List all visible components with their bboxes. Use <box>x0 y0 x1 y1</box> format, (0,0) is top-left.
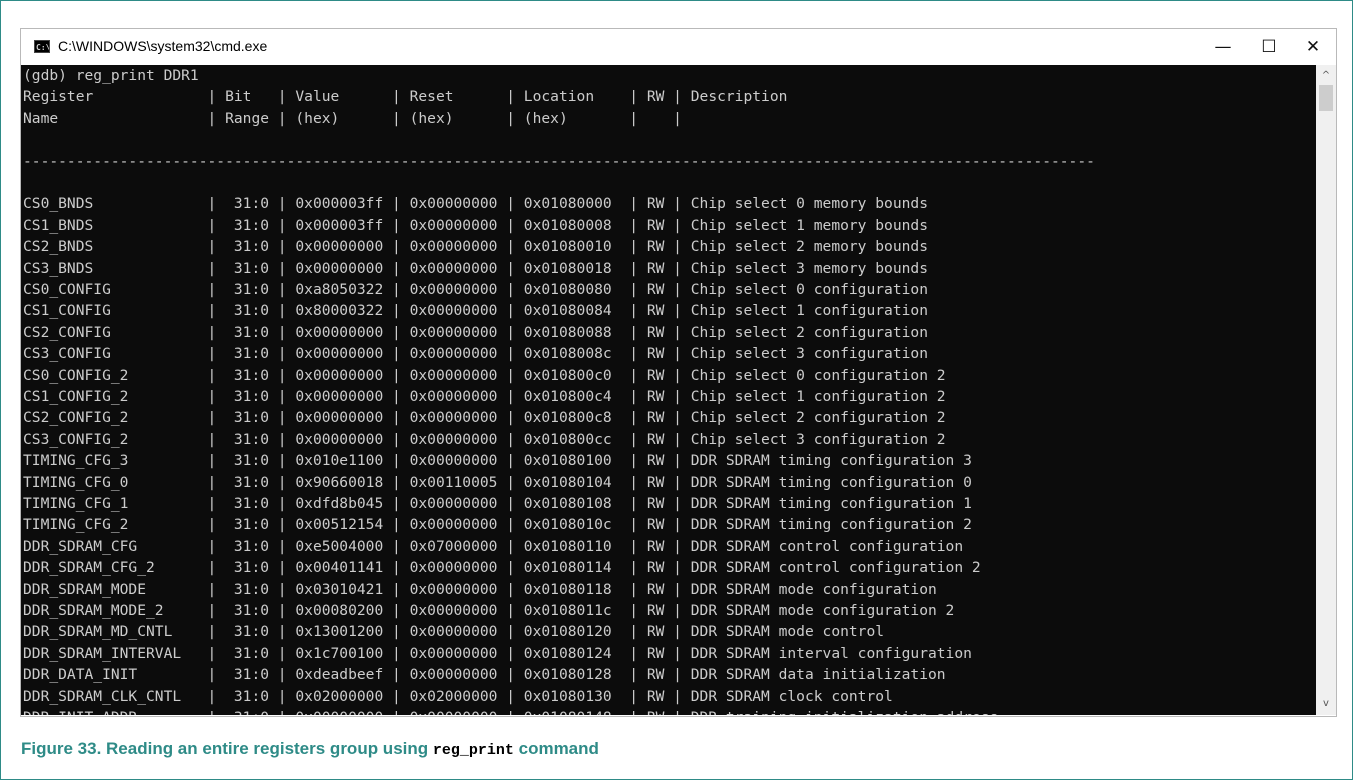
console-line: DDR_SDRAM_CFG | 31:0 | 0xe5004000 | 0x07… <box>23 537 964 555</box>
console-line: CS1_CONFIG | 31:0 | 0x80000322 | 0x00000… <box>23 302 928 320</box>
caption-text: Figure 33. Reading an entire registers g… <box>21 739 433 758</box>
console-line: TIMING_CFG_3 | 31:0 | 0x010e1100 | 0x000… <box>23 452 972 470</box>
title-bar[interactable]: C:\ C:\WINDOWS\system32\cmd.exe — ☐ ✕ <box>21 29 1336 65</box>
console-line: CS3_CONFIG | 31:0 | 0x00000000 | 0x00000… <box>23 345 928 363</box>
console-line: CS1_CONFIG_2 | 31:0 | 0x00000000 | 0x000… <box>23 388 946 405</box>
console-line: DDR_SDRAM_CLK_CNTL | 31:0 | 0x02000000 |… <box>23 687 893 705</box>
console-line: TIMING_CFG_1 | 31:0 | 0xdfd8b045 | 0x000… <box>23 495 972 512</box>
close-button[interactable]: ✕ <box>1290 29 1336 65</box>
console-line: CS1_BNDS | 31:0 | 0x000003ff | 0x0000000… <box>23 216 928 234</box>
scrollbar-thumb[interactable] <box>1319 85 1333 111</box>
console-line: TIMING_CFG_0 | 31:0 | 0x90660018 | 0x001… <box>23 473 972 491</box>
caption-suffix: command <box>513 739 599 758</box>
scroll-down-arrow-icon[interactable]: v <box>1316 695 1336 713</box>
cmd-window: C:\ C:\WINDOWS\system32\cmd.exe — ☐ ✕ (g… <box>20 28 1337 717</box>
maximize-button[interactable]: ☐ <box>1246 29 1292 65</box>
console-line: DDR_DATA_INIT | 31:0 | 0xdeadbeef | 0x00… <box>23 666 946 684</box>
console-line: CS3_CONFIG_2 | 31:0 | 0x00000000 | 0x000… <box>23 430 946 448</box>
console-line: CS2_CONFIG | 31:0 | 0x00000000 | 0x00000… <box>23 323 928 341</box>
console-line: CS2_BNDS | 31:0 | 0x00000000 | 0x0000000… <box>23 238 928 256</box>
console-line: Name | Range | (hex) | (hex) | (hex) | | <box>23 109 682 127</box>
console-line: CS0_CONFIG_2 | 31:0 | 0x00000000 | 0x000… <box>23 366 946 384</box>
console-line: (gdb) reg_print DDR1 <box>23 67 199 84</box>
console-line: DDR_SDRAM_CFG_2 | 31:0 | 0x00401141 | 0x… <box>23 559 981 577</box>
cmd-app-icon: C:\ <box>34 40 50 53</box>
console-line: DDR_SDRAM_MODE_2 | 31:0 | 0x00080200 | 0… <box>23 602 955 619</box>
console-line: CS0_CONFIG | 31:0 | 0xa8050322 | 0x00000… <box>23 281 928 298</box>
scroll-up-arrow-icon[interactable]: ^ <box>1316 67 1336 85</box>
console-line: CS3_BNDS | 31:0 | 0x00000000 | 0x0000000… <box>23 259 928 277</box>
figure-caption: Figure 33. Reading an entire registers g… <box>21 739 599 759</box>
console-line: CS0_BNDS | 31:0 | 0x000003ff | 0x0000000… <box>23 195 928 213</box>
console-output[interactable]: (gdb) reg_print DDR1 Register | Bit | Val… <box>21 65 1316 715</box>
console-line: DDR_SDRAM_MODE | 31:0 | 0x03010421 | 0x0… <box>23 580 937 598</box>
console-line: DDR_SDRAM_INTERVAL | 31:0 | 0x1c700100 |… <box>23 644 972 662</box>
console-line: CS2_CONFIG_2 | 31:0 | 0x00000000 | 0x000… <box>23 409 946 427</box>
caption-command: reg_print <box>432 742 514 759</box>
minimize-button[interactable]: — <box>1200 29 1246 65</box>
console-line: ----------------------------------------… <box>23 152 1095 170</box>
console-line: TIMING_CFG_2 | 31:0 | 0x00512154 | 0x000… <box>23 516 972 534</box>
vertical-scrollbar[interactable]: ^ v <box>1316 65 1336 715</box>
console-line: Register | Bit | Value | Reset | Locatio… <box>23 88 788 106</box>
window-title: C:\WINDOWS\system32\cmd.exe <box>58 38 268 54</box>
console-line: DDR_SDRAM_MD_CNTL | 31:0 | 0x13001200 | … <box>23 623 885 641</box>
console-line: DDR_INIT_ADDR | 31:0 | 0x00000000 | 0x00… <box>23 707 998 715</box>
